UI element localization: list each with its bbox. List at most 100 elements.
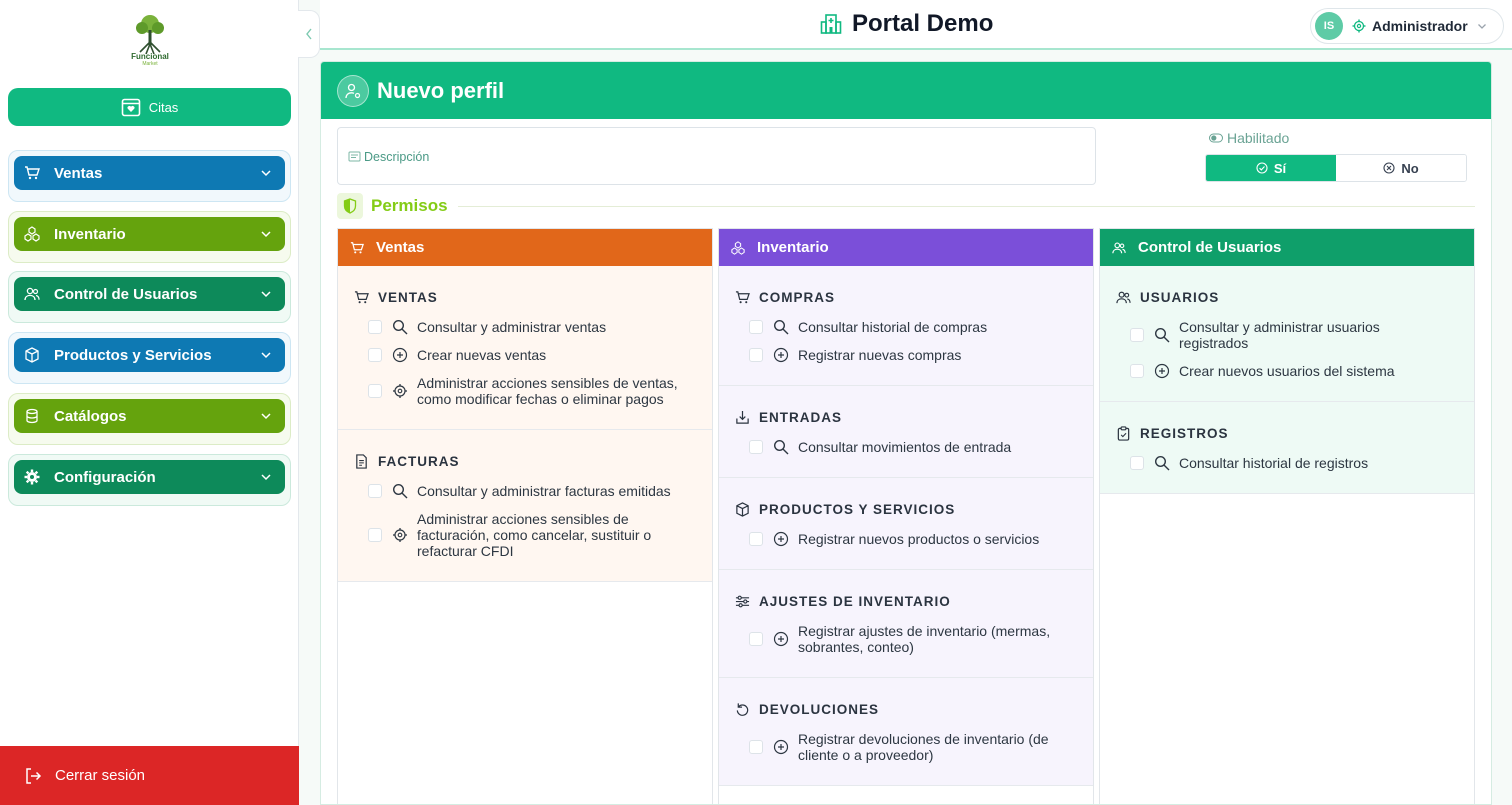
sidebar: Funcional Market Citas Ventas Inventario [0,0,299,805]
sidebar-item-configuracion[interactable]: Configuración [14,460,285,494]
sidebar-item-productos-servicios[interactable]: Productos y Servicios [14,338,285,372]
toggle-icon [1209,133,1223,143]
sidebar-group-productos: Productos y Servicios [8,332,291,384]
permission-checkbox[interactable] [368,320,382,334]
section-title: ENTRADAS [735,410,1077,425]
collapse-sidebar-button[interactable] [298,10,320,58]
permission-row[interactable]: Consultar movimientos de entrada [735,433,1077,461]
permission-row[interactable]: Consultar historial de compras [735,313,1077,341]
logout-button[interactable]: Cerrar sesión [0,746,299,805]
permission-row[interactable]: Registrar ajustes de inventario (mermas,… [735,617,1077,661]
permission-label: Consultar y administrar usuarios registr… [1179,319,1380,351]
sidebar-item-label: Inventario [54,225,126,243]
permission-row[interactable]: Consultar y administrar ventas [354,313,696,341]
description-input[interactable]: Descripción [337,127,1096,185]
logout-icon [26,767,42,784]
permission-label: Consultar historial de compras [798,319,988,335]
chevron-down-icon [261,352,271,359]
package-icon [25,347,39,363]
chevron-down-icon [261,291,271,298]
portal-title-text: Portal Demo [852,10,994,37]
plus-circle-icon [773,531,789,547]
permission-checkbox[interactable] [749,532,763,546]
search-icon [773,319,789,335]
permission-checkbox[interactable] [368,528,382,542]
permission-label: Registrar devoluciones de inventario (de… [798,731,1049,763]
plus-circle-icon [392,347,408,363]
sidebar-item-catalogos[interactable]: Catálogos [14,399,285,433]
users-icon [1112,242,1126,253]
enabled-toggle: Sí No [1205,154,1467,182]
x-circle-icon [1383,162,1395,174]
permission-row[interactable]: Registrar devoluciones de inventario (de… [735,725,1077,769]
citas-button[interactable]: Citas [8,88,291,126]
section-title: VENTAS [354,290,696,305]
sidebar-item-label: Configuración [54,468,156,486]
rotate-ccw-icon [736,703,749,716]
permission-section-productos: PRODUCTOS Y SERVICIOS Registrar nuevos p… [719,478,1093,570]
permission-checkbox[interactable] [749,740,763,754]
check-circle-icon [1256,162,1268,174]
permission-label: Crear nuevos usuarios del sistema [1179,363,1395,379]
permission-row[interactable]: Consultar y administrar usuarios registr… [1116,313,1458,357]
permission-row[interactable]: Registrar nuevos productos o servicios [735,525,1077,553]
column-title: Inventario [757,239,829,256]
boxes-icon [731,240,745,255]
brand-subname: Market [142,61,158,67]
permission-row[interactable]: Registrar nuevas compras [735,341,1077,369]
permission-section-facturas: FACTURAS Consultar y administrar factura… [338,430,712,582]
top-bar: Portal Demo IS Administrador [320,0,1512,50]
sidebar-group-configuracion: Configuración [8,454,291,506]
permission-checkbox[interactable] [368,384,382,398]
permission-row[interactable]: Consultar historial de registros [1116,449,1458,477]
permission-section-usuarios: USUARIOS Consultar y administrar usuario… [1100,266,1474,402]
gear-icon [1352,19,1366,33]
boxes-icon [24,226,40,242]
section-title-text: COMPRAS [759,290,836,305]
permission-checkbox[interactable] [1130,364,1144,378]
sidebar-group-usuarios: Control de Usuarios [8,271,291,323]
permission-row[interactable]: Crear nuevos usuarios del sistema [1116,357,1458,385]
enabled-yes-button[interactable]: Sí [1206,155,1336,181]
permission-row[interactable]: Administrar acciones sensibles de ventas… [354,369,696,413]
sidebar-item-control-usuarios[interactable]: Control de Usuarios [14,277,285,311]
cart-icon [25,166,40,180]
tree-icon [136,15,164,55]
users-icon [24,287,40,301]
gear-icon [24,469,40,485]
permission-row[interactable]: Consultar y administrar facturas emitida… [354,477,696,505]
plus-circle-icon [773,347,789,363]
permission-row[interactable]: Administrar acciones sensibles de factur… [354,505,696,565]
column-header: Control de Usuarios [1100,229,1474,266]
permission-checkbox[interactable] [368,348,382,362]
section-title-text: USUARIOS [1140,290,1220,305]
file-text-icon [356,454,367,469]
citas-label: Citas [148,99,179,115]
enabled-label-text: Habilitado [1227,130,1290,146]
message-icon [348,151,361,162]
permission-section-devoluciones: DEVOLUCIONES Registrar devoluciones de i… [719,678,1093,786]
shield-icon [337,193,363,219]
enabled-no-button[interactable]: No [1336,155,1466,181]
chevron-down-icon [261,231,271,238]
permission-checkbox[interactable] [1130,456,1144,470]
permission-label: Consultar movimientos de entrada [798,439,1012,455]
logout-label: Cerrar sesión [55,767,146,784]
permission-checkbox[interactable] [749,320,763,334]
section-title-text: AJUSTES DE INVENTARIO [759,594,951,609]
user-menu[interactable]: IS Administrador [1310,8,1504,44]
permission-checkbox[interactable] [749,348,763,362]
sidebar-item-ventas[interactable]: Ventas [14,156,285,190]
permission-checkbox[interactable] [368,484,382,498]
sidebar-item-inventario[interactable]: Inventario [14,217,285,251]
permission-row[interactable]: Crear nuevas ventas [354,341,696,369]
permission-label: Registrar nuevos productos o servicios [798,531,1040,547]
section-title-text: FACTURAS [378,454,460,469]
permission-checkbox[interactable] [749,440,763,454]
search-icon [392,483,408,499]
permission-checkbox[interactable] [749,632,763,646]
section-title-text: DEVOLUCIONES [759,702,880,717]
permission-checkbox[interactable] [1130,328,1144,342]
section-title-text: ENTRADAS [759,410,843,425]
permission-column-control-usuarios: Control de Usuarios USUARIOS Consultar y… [1099,228,1475,804]
